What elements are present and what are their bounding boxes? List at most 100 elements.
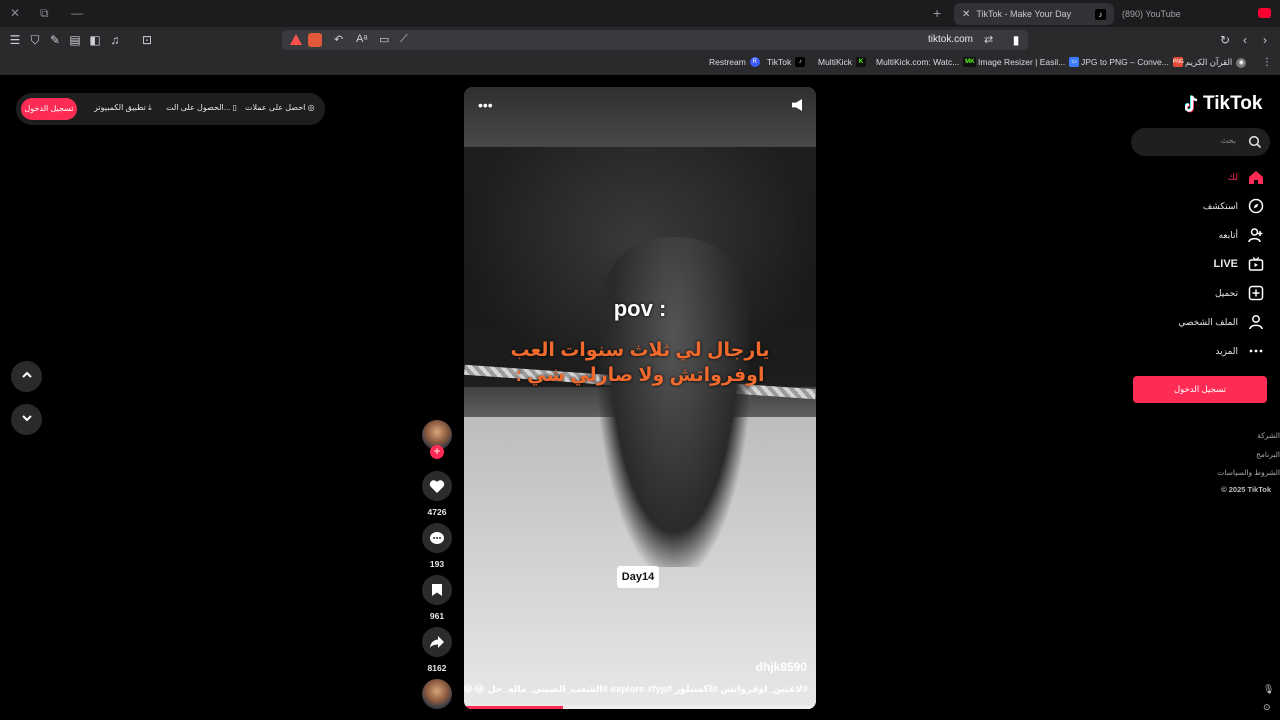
- upload-icon: [1248, 285, 1264, 301]
- bookmark-icon[interactable]: ▮: [1009, 33, 1023, 47]
- sidebar-icon[interactable]: ◧: [88, 33, 102, 47]
- footer-program-link[interactable]: البرنامج: [1256, 450, 1280, 459]
- bookmark-quran[interactable]: القرآن الكريم ◉: [1185, 57, 1247, 68]
- settings-icon[interactable]: ⊙: [1263, 702, 1271, 713]
- bookmark-label: القرآن الكريم: [1185, 57, 1233, 67]
- sidebar-item-more[interactable]: المزيد: [1215, 341, 1264, 361]
- close-window-icon[interactable]: ✕: [10, 6, 20, 20]
- get-coins-button[interactable]: احصل على عملات ◎: [245, 103, 315, 112]
- translate-icon[interactable]: Aᵃ: [356, 33, 367, 45]
- video-more-icon[interactable]: •••: [478, 97, 493, 113]
- music-disc-avatar[interactable]: [422, 679, 452, 709]
- sidebar-item-label: الملف الشخصي: [1178, 316, 1238, 327]
- sidebar-item-for-you[interactable]: لك: [1228, 167, 1264, 187]
- share-button[interactable]: [422, 627, 452, 657]
- coin-icon: ◎: [307, 103, 315, 112]
- restore-window-icon[interactable]: ⧉: [40, 6, 49, 21]
- sidebar-item-explore[interactable]: استكشف: [1203, 196, 1264, 216]
- site-settings-icon[interactable]: ⇄: [984, 33, 993, 46]
- sidebar-item-profile[interactable]: الملف الشخصي: [1178, 312, 1264, 332]
- video-overlay-pov: pov :: [613, 296, 667, 321]
- bookmark-multikick-watch[interactable]: MultiKick.com: Watc... MK: [876, 57, 977, 67]
- more-bookmarks-icon[interactable]: ⋮: [1262, 57, 1272, 68]
- following-icon: [1248, 227, 1264, 243]
- video-day-label: Day14: [617, 566, 659, 588]
- forward-icon[interactable]: ›: [1258, 33, 1272, 47]
- video-username[interactable]: dhjk8590: [756, 660, 807, 674]
- bookmark-image-resizer[interactable]: Image Resizer | Easil... ▭: [978, 57, 1080, 67]
- tab-youtube[interactable]: (890) YouTube: [1114, 3, 1234, 25]
- tiktok-page: تسجيل الدخول تطبيق الكمبيوتر ⤓ الحصول عل…: [0, 76, 1280, 720]
- bookmark-label: MultiKick: [818, 57, 853, 67]
- tiktok-favicon-icon: ♪: [1095, 8, 1106, 20]
- get-app-label: الحصول على الت...: [166, 103, 231, 112]
- bookmarks-bar: Restream R TikTok ♪ MultiKick K MultiKic…: [0, 53, 1280, 75]
- brand-name: TikTok: [1203, 93, 1263, 114]
- search-icon[interactable]: [1248, 135, 1262, 149]
- kick-icon: K: [856, 57, 867, 67]
- chevron-up-icon: [21, 371, 32, 378]
- follow-plus-icon[interactable]: +: [430, 445, 444, 459]
- url-text: tiktok.com: [928, 34, 974, 45]
- bookmark-label: Image Resizer | Easil...: [978, 57, 1066, 67]
- video-caption-line2: اوفرواتش ولا صارلي شي :: [515, 365, 765, 386]
- sidebar-item-label: أتابعه: [1218, 229, 1238, 240]
- get-coins-label: احصل على عملات: [245, 103, 306, 112]
- tab-tiktok[interactable]: ✕ TikTok - Make Your Day ♪: [954, 3, 1114, 25]
- bookmark-tiktok[interactable]: TikTok ♪: [767, 57, 806, 67]
- extension-icon[interactable]: ✎: [48, 33, 62, 47]
- sidebar-item-upload[interactable]: تحميل: [1215, 283, 1264, 303]
- back-share-icon[interactable]: ↶: [334, 33, 343, 46]
- like-button[interactable]: [422, 471, 452, 501]
- comment-button[interactable]: [422, 523, 452, 553]
- back-icon[interactable]: ‹: [1238, 33, 1252, 47]
- video-description[interactable]: #لاعبين_اوفرواتش #اكسبلور #explore #fyp …: [464, 684, 808, 695]
- menu-icon[interactable]: ☰: [8, 33, 22, 47]
- sidebar-item-following[interactable]: أتابعه: [1219, 225, 1264, 245]
- search-input[interactable]: بحث: [1131, 128, 1270, 156]
- tab-title: TikTok - Make Your Day: [976, 9, 1072, 19]
- minimize-window-icon[interactable]: —: [71, 6, 83, 20]
- footer-copyright: © 2025 TikTok: [1221, 485, 1271, 494]
- sidebar-item-live[interactable]: LIVE: [1214, 254, 1264, 274]
- tabs-icon[interactable]: ▤: [68, 33, 82, 47]
- screenshot-icon[interactable]: ⊡: [140, 33, 154, 47]
- bat-rewards-icon[interactable]: [290, 34, 302, 45]
- next-video-button[interactable]: [11, 404, 42, 435]
- png-icon: PNG: [1172, 57, 1184, 67]
- address-bar[interactable]: ↶ Aᵃ ▭ ⟋ tiktok.com ⇄: [282, 30, 1028, 50]
- get-app-button[interactable]: الحصول على الت... ▯: [166, 103, 237, 112]
- new-tab-icon[interactable]: +: [933, 5, 941, 21]
- bookmark-multikick[interactable]: MultiKick K: [818, 57, 867, 67]
- close-tab-icon[interactable]: ✕: [962, 9, 970, 20]
- reload-icon[interactable]: ↻: [1218, 33, 1232, 47]
- heart-icon: [429, 479, 445, 493]
- save-button[interactable]: [422, 575, 452, 605]
- share-icon: [430, 636, 444, 648]
- bookmark-restream[interactable]: Restream R: [709, 57, 760, 67]
- footer-terms-link[interactable]: الشروط والسياسات: [1217, 468, 1280, 477]
- bookmark-label: MultiKick.com: Watc...: [876, 57, 960, 67]
- chevron-down-icon: [21, 415, 32, 422]
- shield-icon[interactable]: ⛉: [28, 33, 42, 47]
- music-icon[interactable]: ♫: [108, 33, 122, 47]
- pill-login-button[interactable]: تسجيل الدخول: [21, 98, 77, 120]
- bookmark-jpg-to-png[interactable]: JPG to PNG – Conve... PNG: [1081, 57, 1184, 67]
- footer-company-link[interactable]: الشركة: [1257, 431, 1280, 440]
- cast-icon[interactable]: ▭: [379, 33, 389, 46]
- video-player[interactable]: ••• pov : يارجال لي ثلاث سنوات العب اوفر…: [464, 87, 816, 709]
- video-caption-line1: يارجال لي ثلاث سنوات العب: [510, 340, 770, 361]
- phone-icon: ▯: [232, 103, 238, 112]
- brave-shields-icon[interactable]: [308, 33, 322, 47]
- compass-icon: [1248, 198, 1264, 214]
- volume-icon[interactable]: [792, 99, 802, 111]
- sidebar-item-label: LIVE: [1213, 258, 1238, 270]
- reader-icon[interactable]: ⟋: [400, 33, 408, 46]
- tiktok-logo[interactable]: TikTok: [1184, 93, 1263, 115]
- microphone-icon[interactable]: 🎙: [1263, 684, 1274, 695]
- desktop-app-button[interactable]: تطبيق الكمبيوتر ⤓: [94, 103, 152, 113]
- previous-video-button[interactable]: [11, 361, 42, 392]
- sidebar-login-button[interactable]: تسجيل الدخول: [1133, 376, 1267, 403]
- bookmark-save-icon: [432, 584, 442, 596]
- live-icon: [1248, 256, 1264, 272]
